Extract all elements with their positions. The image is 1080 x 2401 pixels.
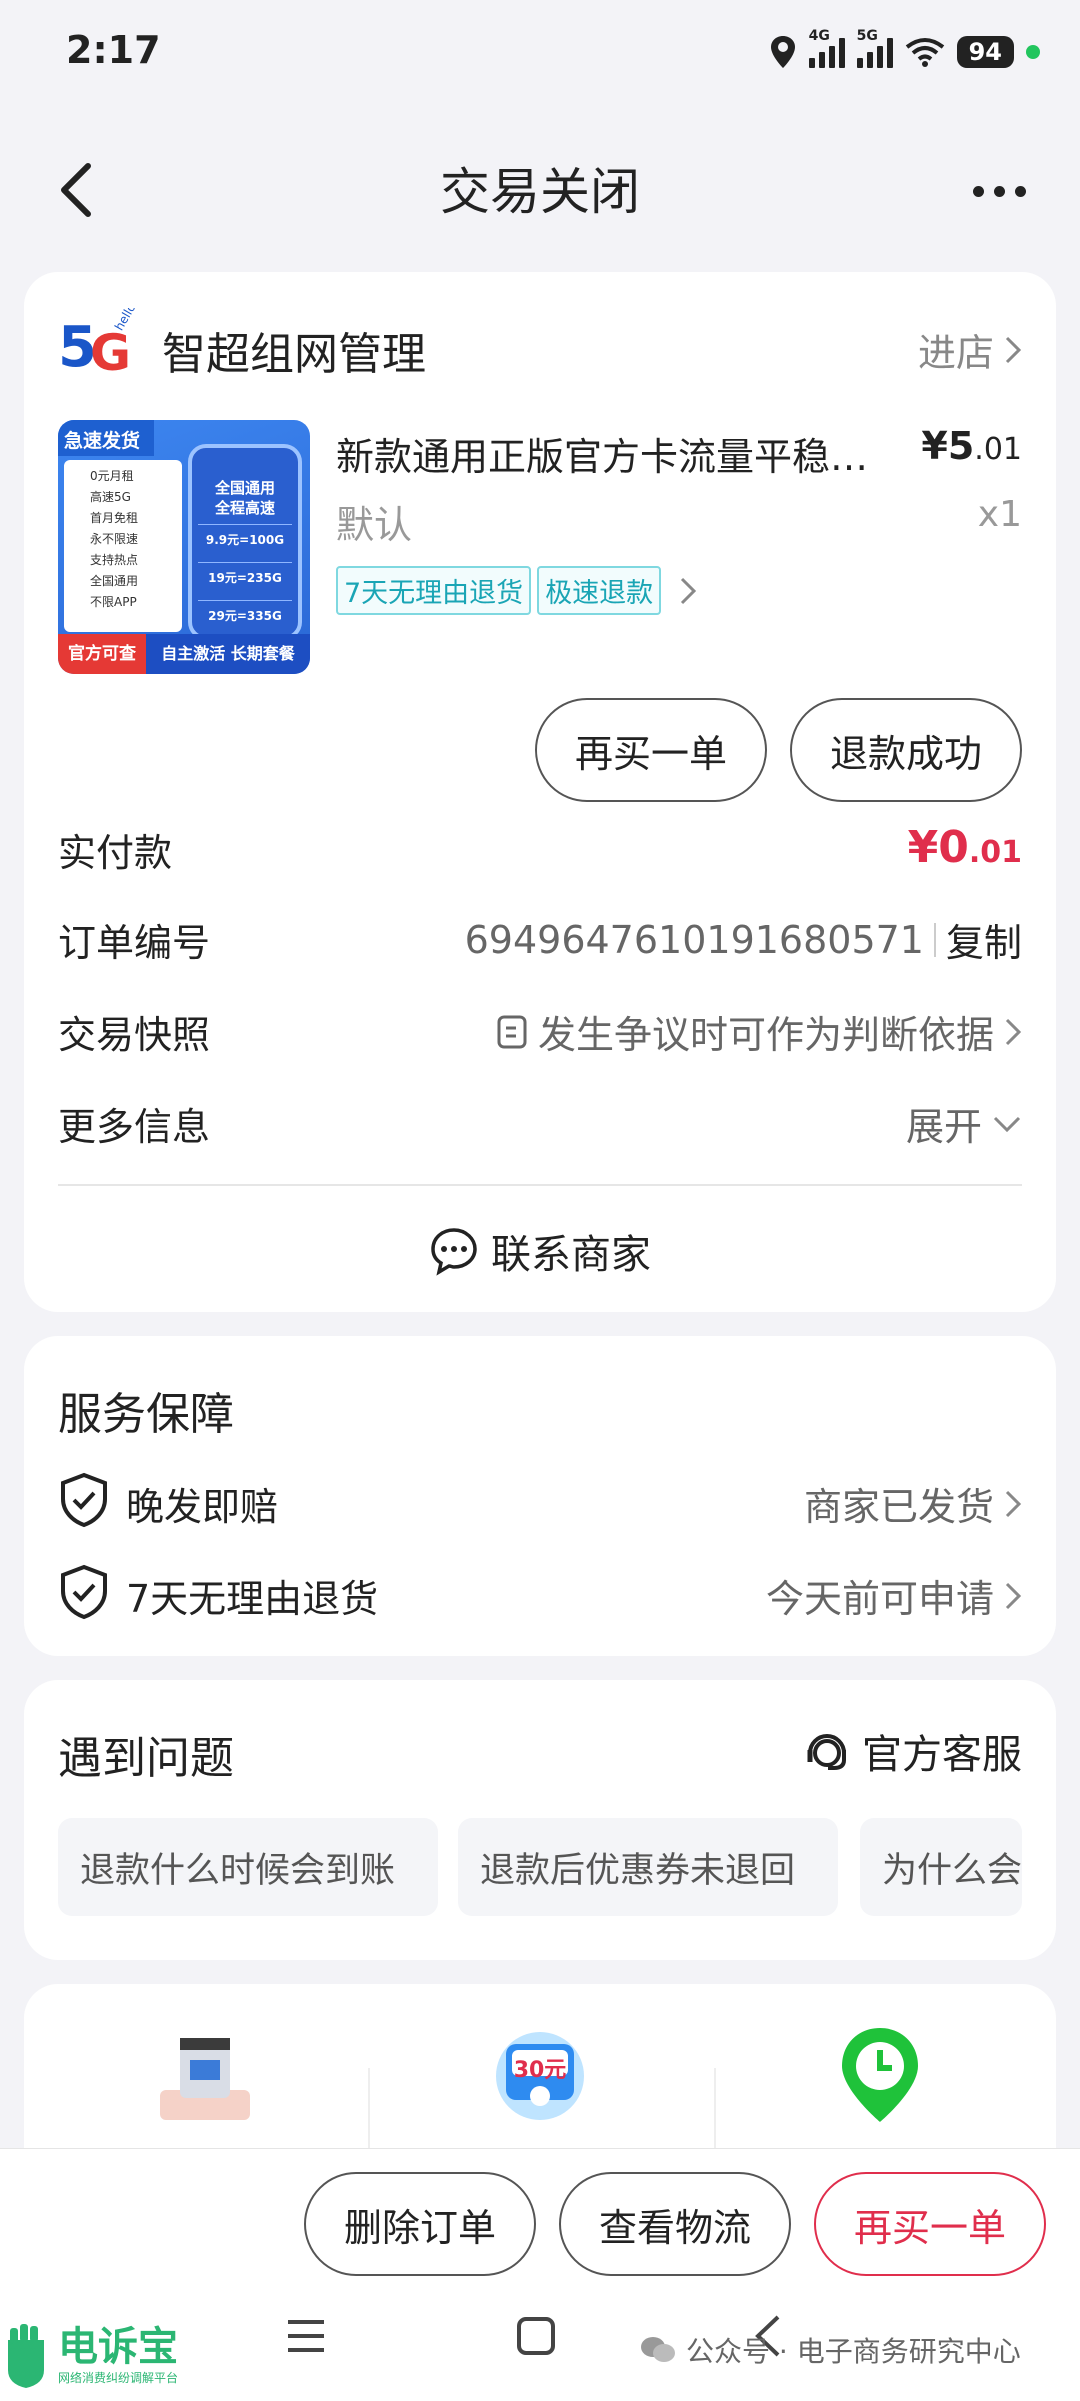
customer-service-link[interactable]: 官方客服 <box>802 1722 1022 1780</box>
divider <box>58 1184 1022 1186</box>
paid-amount: ¥0.01 <box>907 822 1022 873</box>
refund-success-button[interactable]: 退款成功 <box>790 698 1022 802</box>
chevron-right-icon <box>1005 1582 1022 1609</box>
watermark-brand: 电诉宝 网络消费纠纷调解平台 <box>0 2320 178 2390</box>
faq-chip[interactable]: 退款什么时候会到账 <box>58 1818 438 1916</box>
location-icon <box>770 36 795 68</box>
shop-name[interactable]: 智超组网管理 <box>162 318 426 382</box>
thumb-phone: 全国通用 全程高速 9.9元=100G 19元=235G 29元=335G <box>188 444 302 640</box>
chat-bubble-icon <box>431 1228 477 1276</box>
svg-text:G: G <box>90 324 131 380</box>
thumb-feature-list: 0元月租 高速5G 首月免租 永不限速 支持热点 全国通用 不限APP <box>64 460 182 632</box>
expand-label: 展开 <box>905 1105 982 1149</box>
faq-title: 遇到问题 <box>58 1733 234 1784</box>
watermark-account: 公众号 · 电子商务研究中心 <box>640 2330 1021 2370</box>
clock-pin-icon[interactable] <box>838 2024 922 2128</box>
chevron-right-icon <box>1005 1490 1022 1517</box>
service-item-label: 7天无理由退货 <box>126 1577 379 1621</box>
delete-order-button[interactable]: 删除订单 <box>304 2172 536 2276</box>
order-no-value: 6949647610191680571 <box>464 917 924 962</box>
wechat-icon <box>641 2337 675 2362</box>
expand-toggle[interactable]: 展开 <box>906 1096 1022 1151</box>
service-item-link[interactable]: 今天前可申请 <box>766 1568 1022 1623</box>
chevron-right-icon <box>681 577 697 604</box>
order-no-row: 6949647610191680571 复制 <box>465 912 1022 967</box>
cell-signal-icon: 5G <box>856 28 893 68</box>
enter-shop-label: 进店 <box>917 331 994 375</box>
thumb-head: 急速发货 <box>58 420 154 456</box>
promo-item-product[interactable] <box>150 2030 260 2130</box>
status-time: 2:17 <box>66 28 161 72</box>
promo-divider <box>368 2068 370 2148</box>
snapshot-link[interactable]: 发生争议时可作为判断依据 <box>496 1004 1022 1059</box>
document-icon <box>497 1015 527 1048</box>
paid-label: 实付款 <box>58 831 173 875</box>
wifi-icon <box>905 38 944 67</box>
coupon-amount: 30元 <box>513 2058 567 2083</box>
snapshot-value: 发生争议时可作为判断依据 <box>537 1013 994 1057</box>
service-item-label: 晚发即赔 <box>126 1485 279 1529</box>
tag-fast-refund: 极速退款 <box>537 566 662 615</box>
product-title[interactable]: 新款通用正版官方卡流量平稳… <box>336 426 906 481</box>
promo-divider <box>714 2068 716 2148</box>
product-image[interactable]: 急速发货 0元月租 高速5G 首月免租 永不限速 支持热点 全国通用 不限APP… <box>58 420 310 674</box>
chevron-down-icon <box>993 1116 1021 1132</box>
privacy-dot <box>1026 45 1040 59</box>
copy-button[interactable]: 复制 <box>946 912 1022 967</box>
product-tags[interactable]: 7天无理由退货 极速退款 <box>336 566 697 615</box>
snapshot-label: 交易快照 <box>58 1013 211 1057</box>
more-options-icon[interactable] <box>973 186 1026 197</box>
enter-shop-link[interactable]: 进店 <box>918 322 1022 377</box>
shop-logo: 5 G hello <box>58 301 139 382</box>
order-no-label: 订单编号 <box>58 921 211 965</box>
tag-return: 7天无理由退货 <box>336 566 532 615</box>
more-info-label: 更多信息 <box>58 1105 211 1149</box>
contact-merchant-label: 联系商家 <box>491 1232 651 1278</box>
product-sku: 默认 <box>336 503 413 547</box>
faq-chip[interactable]: 退款后优惠券未退回 <box>458 1818 838 1916</box>
chevron-right-icon <box>1005 336 1022 363</box>
rebuy-button-bottom[interactable]: 再买一单 <box>814 2172 1046 2276</box>
customer-service-label: 官方客服 <box>862 1732 1022 1778</box>
page-title: 交易关闭 <box>440 163 640 221</box>
shield-check-icon <box>61 1564 107 1620</box>
watermark-brand-name: 电诉宝 <box>58 2323 178 2370</box>
service-item-link[interactable]: 商家已发货 <box>804 1476 1022 1531</box>
faq-chip[interactable]: 为什么会 <box>860 1818 1022 1916</box>
watermark-brand-sub: 网络消费纠纷调解平台 <box>58 2370 179 2385</box>
battery-indicator: 94 <box>956 36 1014 68</box>
rebuy-button[interactable]: 再买一单 <box>535 698 767 802</box>
product-price: ¥5.01 <box>921 424 1022 468</box>
cell-signal-icon: 4G <box>808 28 845 68</box>
coupon-icon[interactable]: 30元 <box>492 2024 588 2128</box>
view-logistics-button[interactable]: 查看物流 <box>559 2172 791 2276</box>
home-nav-icon[interactable] <box>516 2316 556 2356</box>
chevron-right-icon <box>1005 1018 1022 1045</box>
fist-logo-icon <box>8 2324 44 2388</box>
svg-text:hello: hello <box>112 308 138 333</box>
menu-nav-icon[interactable] <box>286 2318 326 2354</box>
service-title: 服务保障 <box>58 1389 234 1440</box>
status-icons: 4G 5G 94 <box>769 28 1040 74</box>
product-quantity: x1 <box>977 494 1022 535</box>
headset-icon <box>807 1734 846 1770</box>
contact-merchant-button[interactable]: 联系商家 <box>0 1222 1080 1280</box>
shield-check-icon <box>61 1472 107 1528</box>
